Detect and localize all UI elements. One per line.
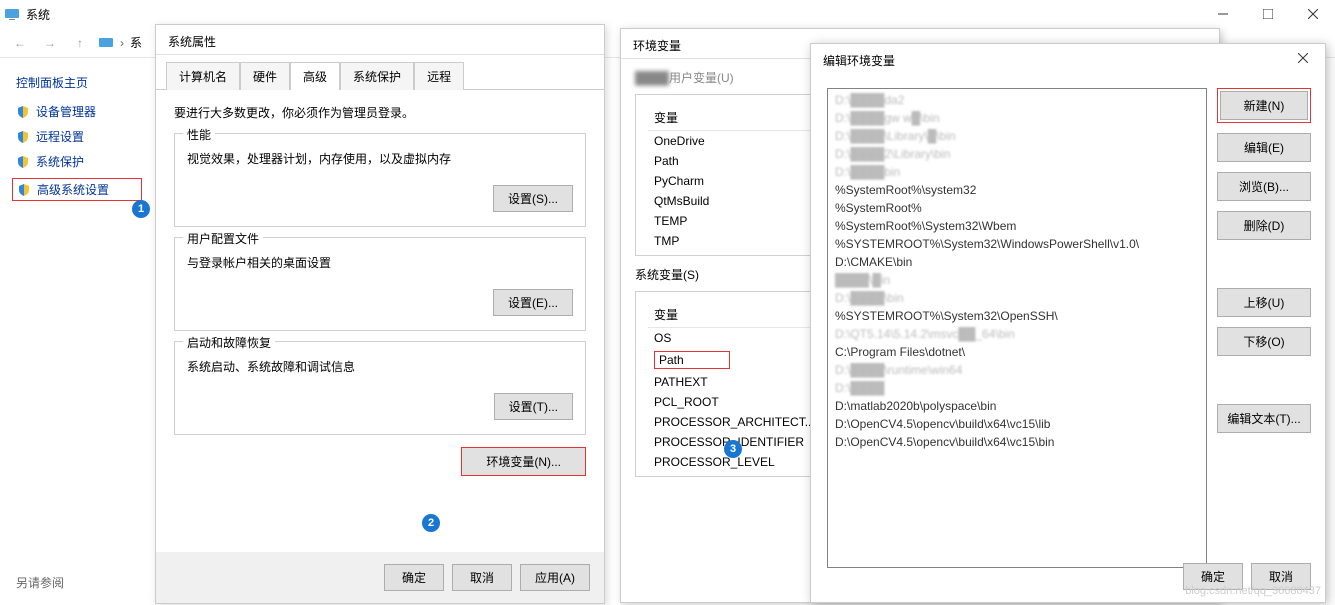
path-item[interactable]: %SYSTEMROOT%\System32\WindowsPowerShell\… — [830, 235, 1204, 253]
sidebar-footer: 另请参阅 — [16, 574, 64, 591]
path-item[interactable]: D:\CMAKE\bin — [830, 253, 1204, 271]
perf-desc: 视觉效果，处理器计划，内存使用，以及虚拟内存 — [187, 150, 573, 167]
perf-title: 性能 — [183, 126, 215, 143]
profile-title: 用户配置文件 — [183, 230, 263, 247]
envvar-button[interactable]: 环境变量(N)... — [461, 447, 586, 476]
address-sep: › — [120, 36, 124, 50]
system-properties-dialog: 系统属性 计算机名 硬件 高级 系统保护 远程 要进行大多数更改，你必须作为管理… — [155, 24, 605, 604]
path-item[interactable]: D:\████gw w█\bin — [830, 109, 1204, 127]
path-item[interactable]: ████\█in — [830, 271, 1204, 289]
sysprop-ok-button[interactable]: 确定 — [384, 564, 444, 591]
address-text: 系 — [130, 34, 142, 51]
path-item[interactable]: C:\Program Files\dotnet\ — [830, 343, 1204, 361]
tab-hardware[interactable]: 硬件 — [240, 62, 290, 90]
sysprop-title: 系统属性 — [156, 25, 604, 55]
shield-icon — [17, 183, 31, 197]
path-item[interactable]: D:\matlab2020b\polyspace\bin — [830, 397, 1204, 415]
path-item[interactable]: %SYSTEMROOT%\System32\OpenSSH\ — [830, 307, 1204, 325]
path-item[interactable]: D:\████ — [830, 379, 1204, 397]
sidebar-item-remote[interactable]: 远程设置 — [16, 128, 142, 145]
sysprop-cancel-button[interactable]: 取消 — [452, 564, 512, 591]
movedown-button[interactable]: 下移(O) — [1217, 327, 1311, 356]
path-item[interactable]: D:\████da2 — [830, 91, 1204, 109]
moveup-button[interactable]: 上移(U) — [1217, 288, 1311, 317]
sidebar-item-label: 系统保护 — [36, 153, 84, 170]
path-item[interactable]: D:\████bin — [830, 163, 1204, 181]
close-button[interactable] — [1290, 0, 1335, 28]
forward-button[interactable]: → — [38, 31, 62, 55]
marker-2: 2 — [422, 514, 440, 532]
edit-button[interactable]: 编辑(E) — [1217, 133, 1311, 162]
sidebar-item-protection[interactable]: 系统保护 — [16, 153, 142, 170]
marker-3: 3 — [724, 440, 742, 458]
sidebar-item-device-manager[interactable]: 设备管理器 — [16, 103, 142, 120]
sidebar-item-label: 高级系统设置 — [37, 181, 109, 198]
sys-title: 系统 — [26, 6, 50, 23]
startup-settings-button[interactable]: 设置(T)... — [494, 393, 573, 420]
path-item[interactable]: D:\████\Library\█\bin — [830, 127, 1204, 145]
path-list[interactable]: D:\████da2D:\████gw w█\binD:\████\Librar… — [827, 88, 1207, 568]
path-item[interactable]: %SystemRoot%\System32\Wbem — [830, 217, 1204, 235]
perf-settings-button[interactable]: 设置(S)... — [493, 185, 573, 212]
shield-icon — [16, 105, 30, 119]
startup-desc: 系统启动、系统故障和调试信息 — [187, 358, 573, 375]
profile-settings-button[interactable]: 设置(E)... — [493, 289, 573, 316]
path-item[interactable]: D:\QT5.14\5.14.2\msvc██_64\bin — [830, 325, 1204, 343]
sidebar: 控制面板主页 设备管理器 远程设置 系统保护 高级系统设置 另请参阅 — [0, 58, 150, 217]
tab-remote[interactable]: 远程 — [414, 62, 464, 90]
path-item[interactable]: D:\████\runtime\win64 — [830, 361, 1204, 379]
startup-group: 启动和故障恢复 系统启动、系统故障和调试信息 设置(T)... — [174, 341, 586, 435]
editpath-close-button[interactable] — [1281, 44, 1325, 72]
edit-envvar-dialog: 编辑环境变量 D:\████da2D:\████gw w█\binD:\████… — [810, 43, 1326, 603]
system-icon — [4, 6, 20, 22]
sidebar-item-advanced[interactable]: 高级系统设置 — [17, 181, 137, 198]
sysprop-tabs: 计算机名 硬件 高级 系统保护 远程 — [156, 55, 604, 89]
path-item[interactable]: %SystemRoot%\system32 — [830, 181, 1204, 199]
maximize-button[interactable] — [1245, 0, 1290, 28]
tab-advanced[interactable]: 高级 — [290, 62, 340, 90]
sidebar-item-label: 远程设置 — [36, 128, 84, 145]
editpath-title: 编辑环境变量 — [811, 44, 1325, 74]
shield-icon — [16, 130, 30, 144]
path-item[interactable]: D:\████2\Library\bin — [830, 145, 1204, 163]
tab-computer-name[interactable]: 计算机名 — [166, 62, 240, 90]
delete-button[interactable]: 删除(D) — [1217, 211, 1311, 240]
minimize-button[interactable] — [1200, 0, 1245, 28]
sidebar-heading: 控制面板主页 — [16, 74, 142, 91]
sysprop-intro: 要进行大多数更改，你必须作为管理员登录。 — [174, 104, 586, 121]
up-button[interactable]: ↑ — [68, 31, 92, 55]
edittext-button[interactable]: 编辑文本(T)... — [1217, 404, 1311, 433]
path-item[interactable]: D:\OpenCV4.5\opencv\build\x64\vc15\lib — [830, 415, 1204, 433]
profile-desc: 与登录帐户相关的桌面设置 — [187, 254, 573, 271]
shield-icon — [16, 155, 30, 169]
sysprop-apply-button[interactable]: 应用(A) — [520, 564, 590, 591]
performance-group: 性能 视觉效果，处理器计划，内存使用，以及虚拟内存 设置(S)... — [174, 133, 586, 227]
path-item[interactable]: %SystemRoot% — [830, 199, 1204, 217]
browse-button[interactable]: 浏览(B)... — [1217, 172, 1311, 201]
back-button[interactable]: ← — [8, 31, 32, 55]
marker-1: 1 — [132, 200, 150, 218]
path-item[interactable]: D:\████\bin — [830, 289, 1204, 307]
path-item[interactable]: D:\OpenCV4.5\opencv\build\x64\vc15\bin — [830, 433, 1204, 451]
watermark: blog.csdn.net/qq_36680437 — [1185, 585, 1321, 597]
profile-group: 用户配置文件 与登录帐户相关的桌面设置 设置(E)... — [174, 237, 586, 331]
new-button[interactable]: 新建(N) — [1220, 91, 1308, 120]
startup-title: 启动和故障恢复 — [183, 334, 275, 351]
sidebar-item-label: 设备管理器 — [36, 103, 96, 120]
tab-protection[interactable]: 系统保护 — [340, 62, 414, 90]
address-icon — [98, 35, 114, 51]
